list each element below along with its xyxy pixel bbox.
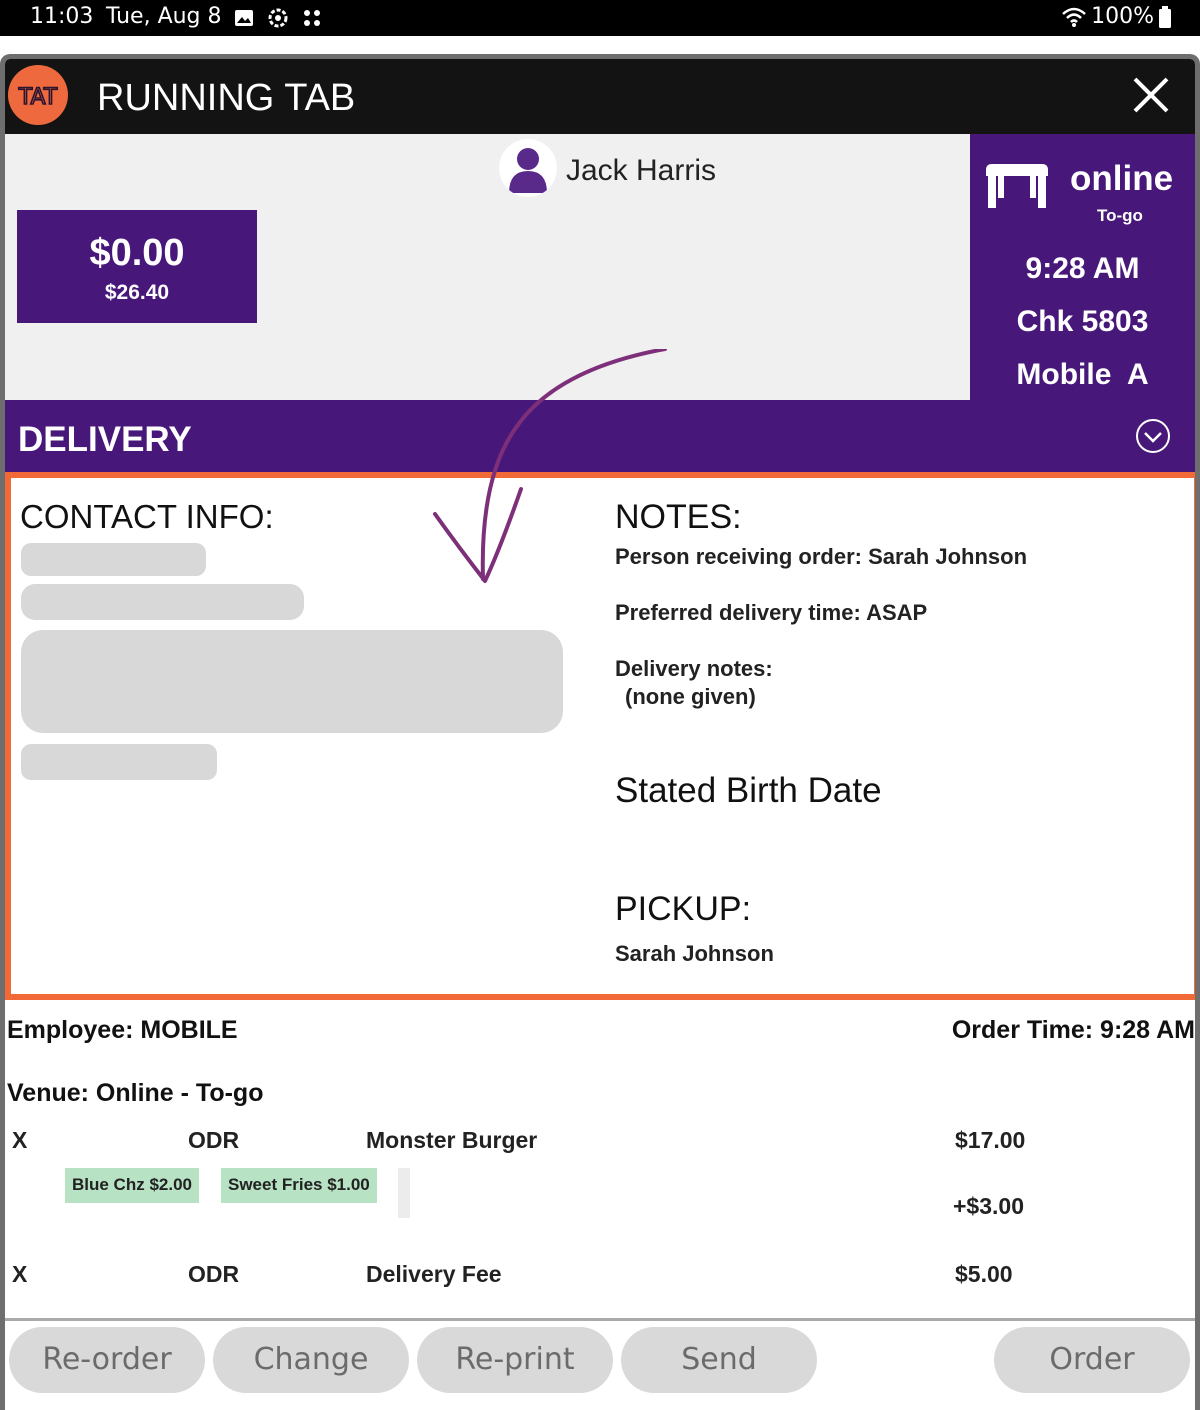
action-bar: Re-order Change Re-print Send Order xyxy=(5,1318,1195,1410)
venue-label: Venue: Online - To-go xyxy=(7,1079,264,1107)
reorder-button[interactable]: Re-order xyxy=(9,1327,205,1393)
status-bar: 11:03 Tue, Aug 8 100% xyxy=(0,0,1200,36)
settings-icon xyxy=(268,8,288,28)
title-bar: TAT RUNNING TAB xyxy=(5,59,1195,134)
contact-info-title: CONTACT INFO: xyxy=(20,498,274,535)
redacted-contact-block xyxy=(21,630,563,733)
balance-due: $0.00 xyxy=(89,232,185,274)
order-time-label: Order Time: 9:28 AM xyxy=(951,1016,1195,1044)
note-preferred-time: Preferred delivery time: ASAP xyxy=(615,600,928,625)
table-icon xyxy=(986,164,1048,208)
note-delivery-label: Delivery notes: xyxy=(615,656,773,681)
modifiers-total: +$3.00 xyxy=(953,1193,1024,1219)
tat-logo-icon: TAT xyxy=(17,84,59,111)
contact-notes-box: CONTACT INFO: NOTES: Person receiving or… xyxy=(5,472,1195,1000)
running-tab-window: TAT RUNNING TAB Jack Harris $0.00 $26.40 xyxy=(0,54,1200,1410)
delivery-label: DELIVERY xyxy=(18,420,192,459)
change-button[interactable]: Change xyxy=(213,1327,409,1393)
status-time: 11:03 xyxy=(30,4,94,29)
order-source: online xyxy=(1070,159,1174,198)
wifi-icon xyxy=(1062,7,1086,27)
note-receiver: Person receiving order: Sarah Johnson xyxy=(615,544,1028,569)
chevron-down-icon[interactable] xyxy=(1135,418,1171,454)
logo-text: TAT xyxy=(18,85,58,110)
order-type: To-go xyxy=(1097,206,1143,225)
avatar xyxy=(499,139,557,197)
notes-title: NOTES: xyxy=(615,498,742,536)
customer-panel: Jack Harris $0.00 $26.40 xyxy=(5,134,970,400)
apps-icon xyxy=(304,10,320,26)
customer-name[interactable]: Jack Harris xyxy=(566,154,716,188)
order-details: Employee: MOBILE Order Time: 9:28 AM Ven… xyxy=(5,1000,1195,1370)
modifier-chip[interactable]: Sweet Fries $1.00 xyxy=(221,1168,377,1203)
order-line-item[interactable]: X ODR Monster Burger $17.00 xyxy=(5,1127,1195,1167)
balance-card[interactable]: $0.00 $26.40 xyxy=(17,210,257,323)
user-icon xyxy=(509,148,547,193)
image-icon xyxy=(235,10,253,26)
employee-label: Employee: MOBILE xyxy=(7,1016,238,1044)
item-mark: X xyxy=(12,1127,28,1153)
redacted-contact-line xyxy=(21,744,217,780)
modifier-divider xyxy=(398,1168,410,1218)
pickup-name: Sarah Johnson xyxy=(615,941,774,966)
send-button[interactable]: Send xyxy=(621,1327,817,1393)
note-delivery-value: (none given) xyxy=(625,684,756,709)
item-name: Monster Burger xyxy=(366,1127,538,1153)
delivery-header[interactable]: DELIVERY xyxy=(5,400,1195,472)
order-line-item[interactable]: X ODR Delivery Fee $5.00 xyxy=(5,1261,1195,1301)
item-price: $5.00 xyxy=(955,1261,1013,1287)
item-mark: X xyxy=(12,1261,28,1287)
item-price: $17.00 xyxy=(955,1127,1026,1153)
redacted-contact-line xyxy=(21,584,304,620)
pickup-title: PICKUP: xyxy=(615,890,752,928)
item-code: ODR xyxy=(188,1261,240,1287)
modifier-chip[interactable]: Blue Chz $2.00 xyxy=(65,1168,199,1203)
notification-icons xyxy=(232,6,324,30)
redacted-contact-line xyxy=(21,543,206,576)
close-icon[interactable] xyxy=(1129,73,1173,117)
item-name: Delivery Fee xyxy=(366,1261,502,1287)
battery-icon xyxy=(1159,5,1171,28)
reprint-button[interactable]: Re-print xyxy=(417,1327,613,1393)
birth-date-label: Stated Birth Date xyxy=(615,771,882,810)
order-time: 9:28 AM xyxy=(1025,252,1140,285)
battery-percent: 100% xyxy=(1091,4,1154,29)
status-right: 100% xyxy=(1061,4,1172,29)
station-name: Mobile A xyxy=(1016,358,1149,391)
order-info-panel: online To-go 9:28 AM Chk 5803 Mobile A xyxy=(970,134,1195,400)
window-title: RUNNING TAB xyxy=(97,77,356,119)
app-logo: TAT xyxy=(8,65,68,125)
status-date: Tue, Aug 8 xyxy=(106,4,222,29)
order-total: $26.40 xyxy=(104,281,170,304)
order-button[interactable]: Order xyxy=(994,1327,1190,1393)
item-code: ODR xyxy=(188,1127,240,1153)
check-number: Chk 5803 xyxy=(1016,305,1149,338)
